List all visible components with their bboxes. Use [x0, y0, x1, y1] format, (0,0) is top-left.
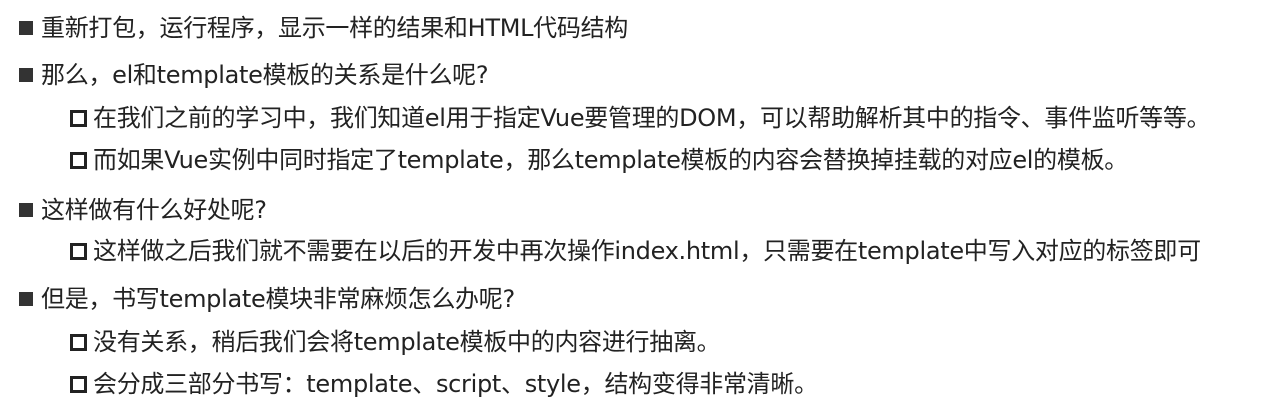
bullet-item: 这样做有什么好处呢?	[19, 195, 267, 225]
hollow-square-bullet-icon	[70, 375, 87, 393]
bullet-item: 但是，书写template模块非常麻烦怎么办呢?	[19, 284, 515, 314]
sub-bullet-item: 在我们之前的学习中，我们知道el用于指定Vue要管理的DOM，可以帮助解析其中的…	[70, 103, 1211, 133]
sub-bullet-text: 这样做之后我们就不需要在以后的开发中再次操作index.html，只需要在tem…	[93, 237, 1201, 265]
bullet-text: 这样做有什么好处呢?	[41, 196, 267, 224]
filled-square-bullet-icon	[19, 21, 33, 35]
sub-bullet-item: 而如果Vue实例中同时指定了template，那么template模板的内容会替…	[70, 145, 1128, 175]
bullet-item: 那么，el和template模板的关系是什么呢?	[19, 60, 489, 90]
bullet-text: 重新打包，运行程序，显示一样的结果和HTML代码结构	[41, 14, 628, 42]
sub-bullet-text: 在我们之前的学习中，我们知道el用于指定Vue要管理的DOM，可以帮助解析其中的…	[93, 104, 1211, 132]
bullet-item: 重新打包，运行程序，显示一样的结果和HTML代码结构	[19, 13, 628, 43]
sub-bullet-item: 这样做之后我们就不需要在以后的开发中再次操作index.html，只需要在tem…	[70, 236, 1201, 266]
sub-bullet-item: 没有关系，稍后我们会将template模板中的内容进行抽离。	[70, 327, 721, 357]
hollow-square-bullet-icon	[70, 242, 87, 260]
hollow-square-bullet-icon	[70, 333, 87, 351]
sub-bullet-text: 没有关系，稍后我们会将template模板中的内容进行抽离。	[93, 328, 721, 356]
filled-square-bullet-icon	[19, 68, 33, 82]
hollow-square-bullet-icon	[70, 151, 87, 169]
filled-square-bullet-icon	[19, 203, 33, 217]
bullet-text: 那么，el和template模板的关系是什么呢?	[41, 61, 489, 89]
hollow-square-bullet-icon	[70, 109, 87, 127]
sub-bullet-text: 会分成三部分书写：template、script、style，结构变得非常清晰。	[93, 370, 818, 398]
slide: 重新打包，运行程序，显示一样的结果和HTML代码结构 那么，el和templat…	[0, 0, 1286, 418]
sub-bullet-text: 而如果Vue实例中同时指定了template，那么template模板的内容会替…	[93, 146, 1128, 174]
filled-square-bullet-icon	[19, 292, 33, 306]
sub-bullet-item: 会分成三部分书写：template、script、style，结构变得非常清晰。	[70, 369, 818, 399]
bullet-text: 但是，书写template模块非常麻烦怎么办呢?	[41, 285, 515, 313]
